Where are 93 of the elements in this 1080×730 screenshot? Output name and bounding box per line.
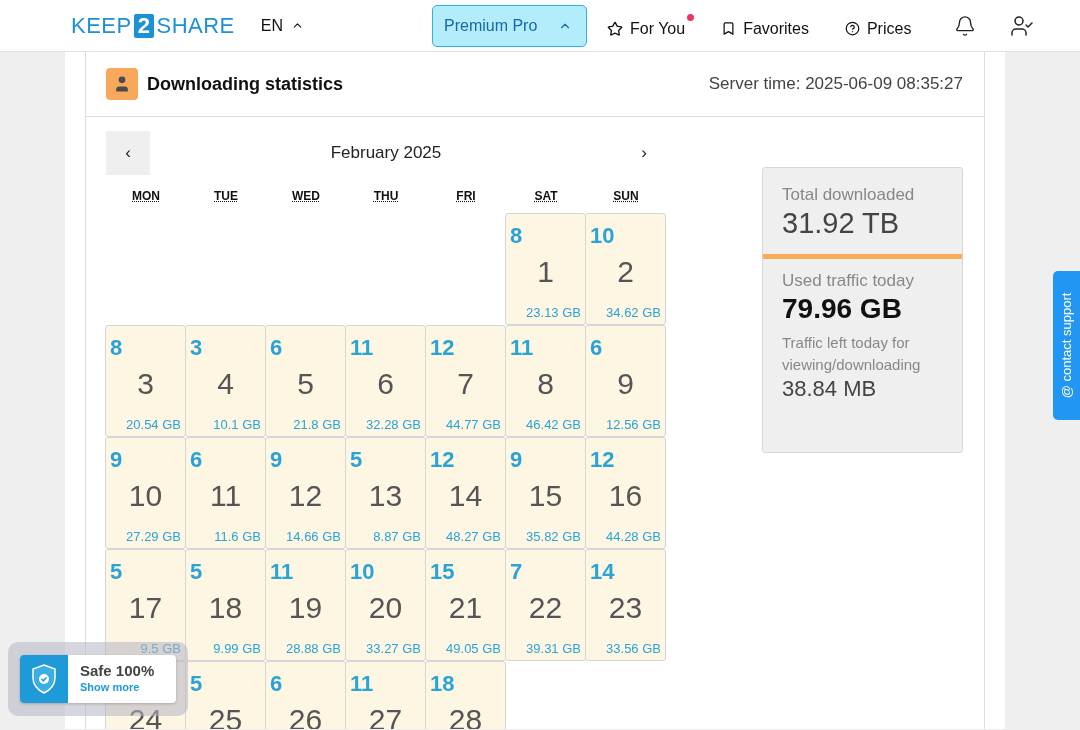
stat-value: 79.96 GB [782,292,903,326]
traffic-amount: 28.88 GB [286,641,341,656]
weekday-label: THU [373,189,399,205]
month-title: February 2025 [329,143,443,163]
day-number: 9 [616,367,635,401]
day-number: 16 [607,479,644,513]
traffic-amount: 46.42 GB [526,417,581,432]
download-count: 11 [350,671,374,697]
download-count: 8 [110,335,123,361]
download-count: 12 [590,447,615,473]
download-count: 7 [510,559,523,585]
download-count: 14 [590,559,615,585]
traffic-amount: 33.27 GB [366,641,421,656]
traffic-amount: 32.28 GB [366,417,421,432]
download-count: 11 [350,335,374,361]
day-number: 23 [607,591,644,625]
traffic-amount: 8.87 GB [373,529,421,544]
stat-label: Traffic left today for viewing/downloading [782,332,922,375]
day-number: 13 [367,479,404,513]
download-count: 11 [510,335,534,361]
day-number: 3 [136,367,155,401]
day-number: 6 [376,367,395,401]
day-number: 1 [536,255,555,289]
traffic-amount: 44.77 GB [446,417,501,432]
download-count: 5 [190,671,203,697]
download-count: 9 [270,447,283,473]
stat-label: Used traffic today [782,270,915,292]
traffic-amount: 23.13 GB [526,305,581,320]
weekday-label: MON [132,189,160,205]
download-count: 3 [190,335,203,361]
server-time: Server time: 2025-06-09 08:35:27 [708,74,963,94]
weekday-label: SUN [613,189,639,205]
download-count: 12 [430,447,455,473]
safe-title: Safe 100% [80,662,155,679]
day-number: 15 [527,479,564,513]
traffic-amount: 9.99 GB [213,641,261,656]
day-number: 19 [287,591,324,625]
download-count: 5 [190,559,203,585]
traffic-amount: 39.31 GB [526,641,581,656]
traffic-amount: 11.6 GB [214,529,261,544]
stat-value: 38.84 MB [782,375,878,402]
traffic-amount: 33.56 GB [606,641,661,656]
weekday-label: SAT [534,189,558,205]
download-count: 12 [430,335,455,361]
traffic-amount: 44.28 GB [606,529,661,544]
download-count: 6 [270,335,283,361]
download-count: 10 [590,223,615,249]
stat-label: Total downloaded [782,184,916,206]
weekday-label: FRI [456,189,476,205]
download-count: 18 [430,671,455,697]
download-count: 6 [190,447,203,473]
traffic-amount: 21.8 GB [293,417,341,432]
download-count: 8 [510,223,523,249]
download-count: 9 [510,447,523,473]
download-count: 11 [270,559,294,585]
download-count: 15 [430,559,455,585]
traffic-amount: 49.05 GB [446,641,501,656]
nav-label: Prices [866,19,912,38]
download-count: 5 [350,447,363,473]
day-number: 2 [616,255,635,289]
traffic-amount: 48.27 GB [446,529,501,544]
traffic-amount: 9.5 GB [140,641,181,656]
traffic-amount: 10.1 GB [213,417,261,432]
nav-label: Favorites [743,19,809,38]
day-number: 10 [127,479,164,513]
download-count: 6 [270,671,283,697]
day-number: 22 [527,591,564,625]
day-number: 18 [207,591,244,625]
weekday-label: TUE [214,189,238,205]
day-number: 5 [296,367,315,401]
download-count: 6 [590,335,603,361]
traffic-amount: 12.56 GB [606,417,661,432]
download-count: 9 [110,447,123,473]
traffic-amount: 34.62 GB [606,305,661,320]
nav-label: For You [630,19,686,38]
traffic-amount: 20.54 GB [126,417,181,432]
traffic-amount: 35.82 GB [526,529,581,544]
traffic-amount: 14.66 GB [286,529,341,544]
panel-title: Downloading statistics [147,73,344,95]
day-number: 12 [287,479,324,513]
day-number: 7 [456,367,475,401]
day-number: 14 [447,479,484,513]
day-number: 21 [447,591,484,625]
day-number: 8 [536,367,555,401]
weekday-label: WED [292,189,320,205]
stat-value: 31.92 TB [782,206,901,241]
download-count: 5 [110,559,123,585]
traffic-amount: 27.29 GB [126,529,181,544]
download-count: 10 [350,559,375,585]
day-number: 11 [208,479,243,513]
day-number: 17 [127,591,164,625]
day-number: 4 [216,367,235,401]
day-number: 20 [367,591,404,625]
